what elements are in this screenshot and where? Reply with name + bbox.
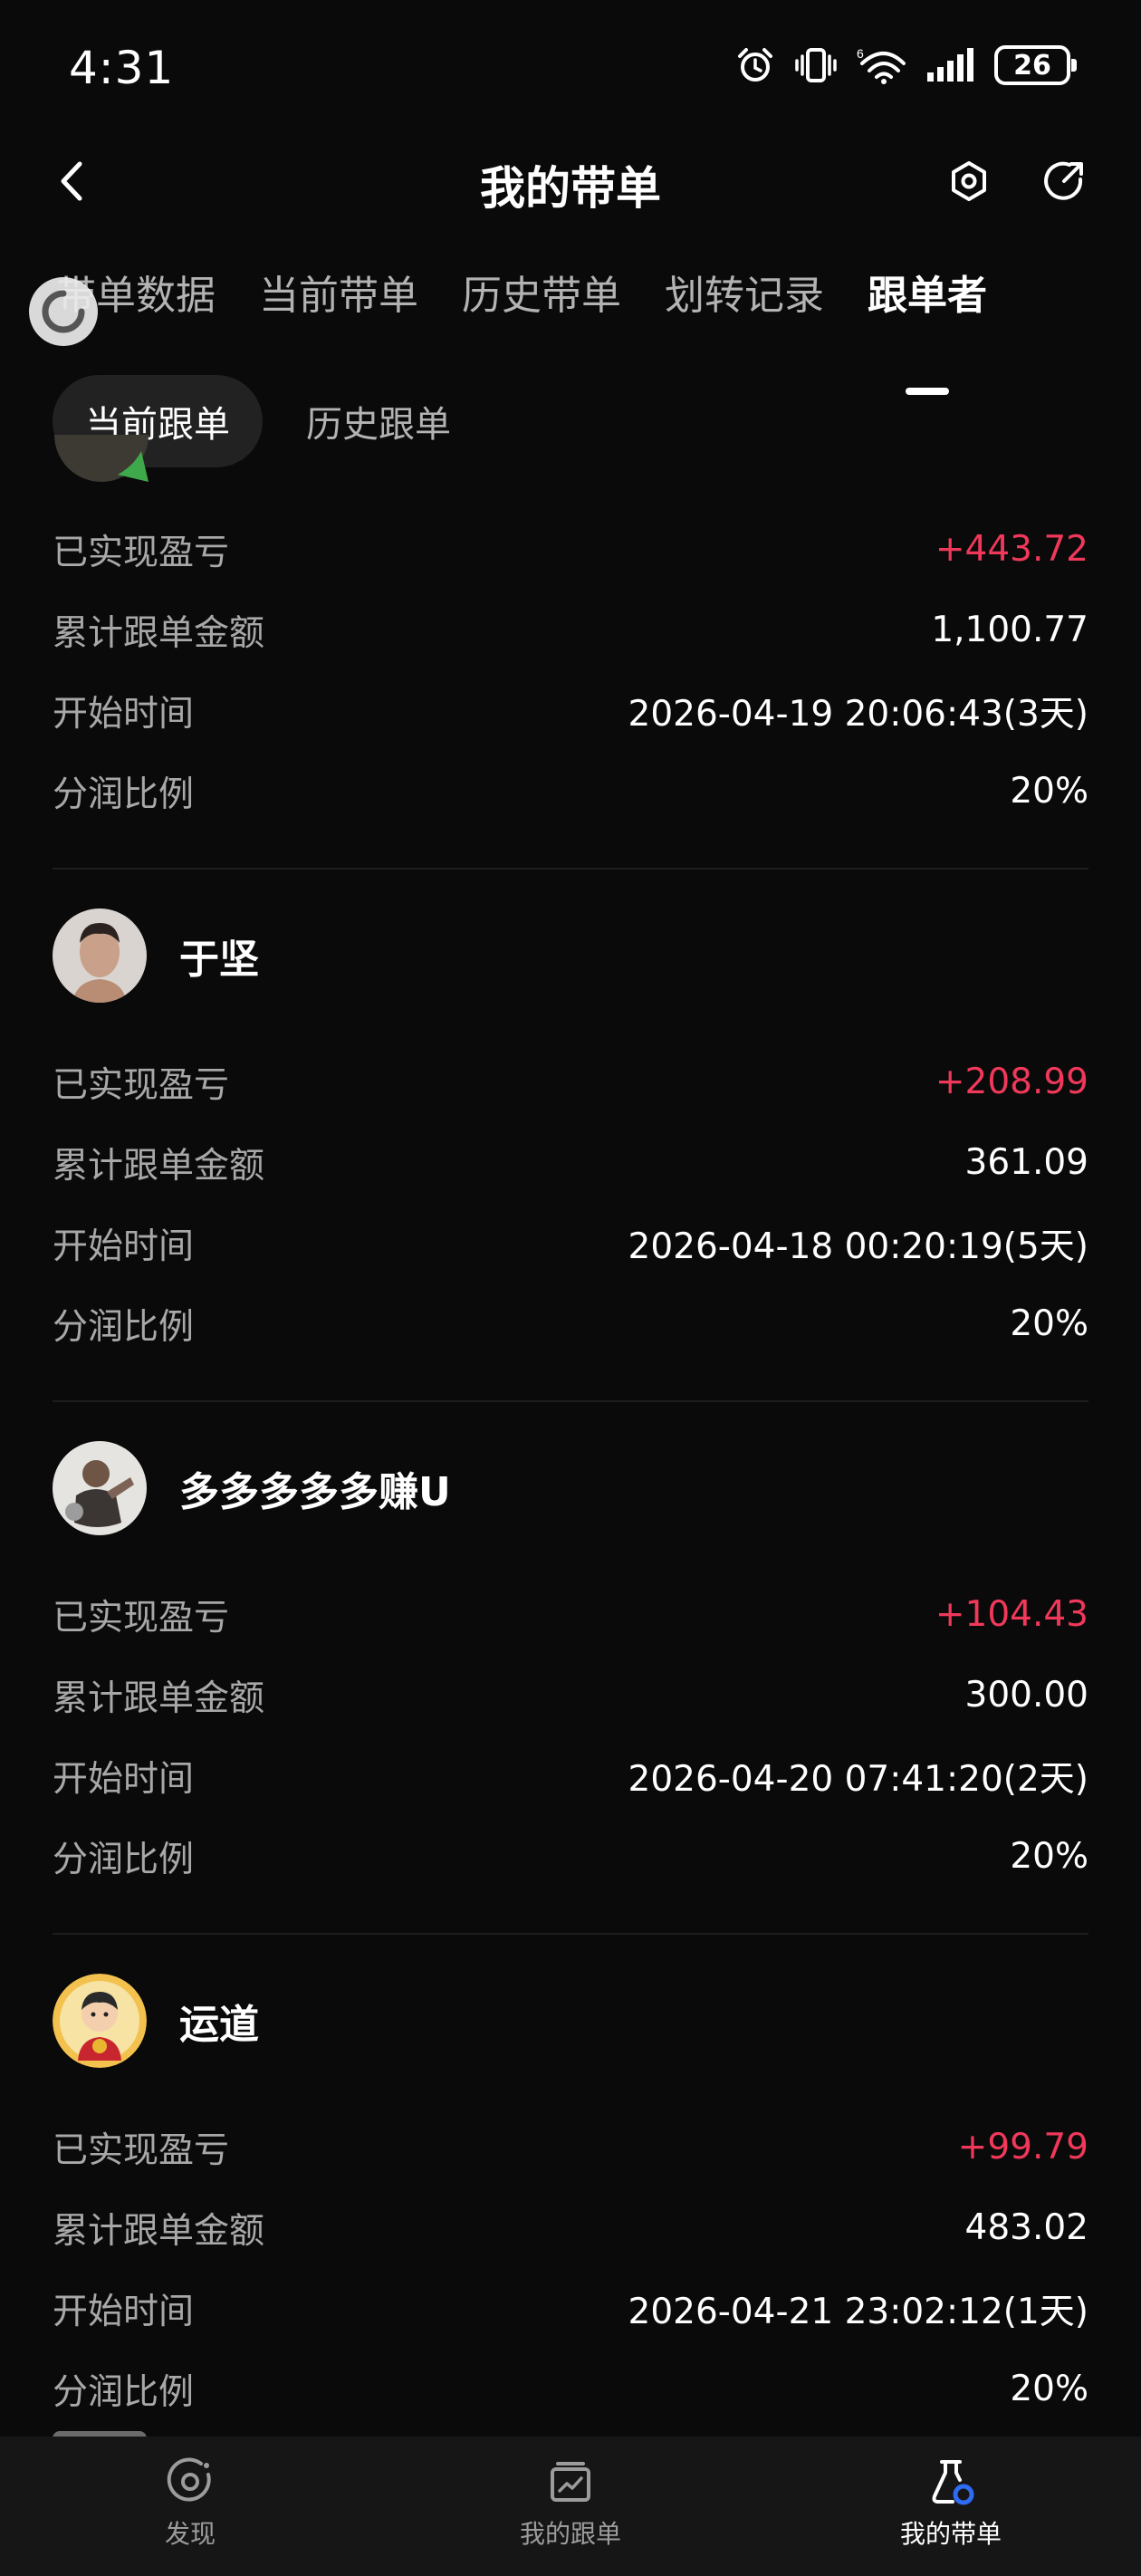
start-time-row: 开始时间 2026-04-18 00:20:19(5天): [53, 1203, 1088, 1283]
avatar: [53, 1441, 147, 1535]
tab-bar: 带单数据 当前带单 历史带单 划转记录 跟单者: [56, 263, 987, 353]
loading-spinner: [29, 277, 98, 346]
start-time-row: 开始时间 2026-04-20 07:41:20(2天): [53, 1735, 1088, 1816]
amount-value: 483.02: [964, 2207, 1088, 2248]
amount-label: 累计跟单金额: [53, 2210, 265, 2252]
share-ratio-label: 分润比例: [53, 1306, 195, 1348]
subtab-history-follow[interactable]: 历史跟单: [273, 375, 484, 467]
share-button[interactable]: [1037, 154, 1091, 208]
pnl-value: +104.43: [935, 1594, 1088, 1635]
start-time-value: 2026-04-21 23:02:12(1天): [628, 2291, 1088, 2332]
amount-row: 累计跟单金额 483.02: [53, 2187, 1088, 2268]
share-ratio-row: 分润比例 20%: [53, 1816, 1088, 1897]
alarm-icon: [735, 45, 775, 85]
follower-name: 于坚: [179, 937, 259, 983]
nav-my-lead[interactable]: 我的带单: [761, 2437, 1141, 2576]
share-ratio-label: 分润比例: [53, 1839, 195, 1880]
nav-label: 我的带单: [899, 2519, 1002, 2549]
start-time-label: 开始时间: [53, 1758, 195, 1800]
status-bar: 4:31 6 26: [0, 0, 1141, 136]
bottom-nav: 发现 我的跟单 我的带单: [0, 2437, 1141, 2576]
start-time-label: 开始时间: [53, 693, 195, 735]
pnl-value: +99.79: [957, 2127, 1088, 2167]
signal-icon: [925, 45, 974, 85]
pnl-label: 已实现盈亏: [53, 2129, 230, 2171]
tab-transfer-records[interactable]: 划转记录: [665, 263, 824, 353]
list-item[interactable]: 运道 已实现盈亏 +99.79 累计跟单金额 483.02 开始时间 2026-…: [53, 1935, 1088, 2467]
share-ratio-value: 20%: [1010, 2369, 1088, 2409]
list-item[interactable]: 已实现盈亏 +443.72 累计跟单金额 1,100.77 开始时间 2026-…: [53, 471, 1088, 870]
nav-label: 我的跟单: [519, 2519, 621, 2549]
share-ratio-value: 20%: [1010, 1836, 1088, 1877]
amount-row: 累计跟单金额 300.00: [53, 1655, 1088, 1735]
svg-text:6: 6: [857, 46, 864, 61]
header: 我的带单: [0, 136, 1141, 226]
pnl-row: 已实现盈亏 +104.43: [53, 1574, 1088, 1655]
battery-icon: 26: [994, 45, 1077, 85]
pnl-value: +443.72: [935, 529, 1088, 570]
nav-label: 发现: [164, 2519, 216, 2549]
start-time-value: 2026-04-18 00:20:19(5天): [628, 1226, 1088, 1267]
amount-value: 1,100.77: [931, 610, 1088, 650]
settings-button[interactable]: [942, 154, 996, 208]
tab-history-lead[interactable]: 历史带单: [462, 263, 621, 353]
pnl-label: 已实现盈亏: [53, 532, 230, 573]
my-lead-icon: [932, 2460, 974, 2505]
my-copy-icon: [551, 2462, 590, 2502]
nav-my-copy[interactable]: 我的跟单: [380, 2437, 761, 2576]
amount-label: 累计跟单金额: [53, 1677, 265, 1719]
nav-discover[interactable]: 发现: [0, 2437, 380, 2576]
share-ratio-row: 分润比例 20%: [53, 1283, 1088, 1364]
share-icon: [1044, 161, 1083, 200]
tab-followers[interactable]: 跟单者: [868, 263, 987, 353]
pnl-row: 已实现盈亏 +443.72: [53, 509, 1088, 590]
share-ratio-label: 分润比例: [53, 774, 195, 815]
avatar: [53, 1974, 147, 2068]
list-item[interactable]: 于坚 已实现盈亏 +208.99 累计跟单金额 361.09 开始时间 2026…: [53, 870, 1088, 1402]
start-time-value: 2026-04-19 20:06:43(3天): [628, 693, 1088, 735]
share-ratio-row: 分润比例 20%: [53, 2349, 1088, 2429]
status-icons: 6 26: [735, 45, 1077, 85]
pnl-row: 已实现盈亏 +99.79: [53, 2107, 1088, 2187]
start-time-row: 开始时间 2026-04-21 23:02:12(1天): [53, 2268, 1088, 2349]
pnl-label: 已实现盈亏: [53, 1064, 230, 1106]
amount-row: 累计跟单金额 1,100.77: [53, 590, 1088, 670]
avatar: [53, 908, 147, 1003]
amount-row: 累计跟单金额 361.09: [53, 1122, 1088, 1203]
follower-name: 运道: [179, 2002, 259, 2048]
pnl-label: 已实现盈亏: [53, 1597, 230, 1639]
tab-current-lead[interactable]: 当前带单: [259, 263, 418, 353]
amount-value: 361.09: [964, 1142, 1088, 1183]
follower-name: 多多多多多赚U: [179, 1469, 451, 1515]
start-time-label: 开始时间: [53, 1226, 195, 1267]
share-ratio-row: 分润比例 20%: [53, 751, 1088, 831]
loading-icon: [42, 290, 85, 333]
wifi-icon: 6: [857, 45, 906, 85]
amount-label: 累计跟单金额: [53, 612, 265, 654]
follower-list: 已实现盈亏 +443.72 累计跟单金额 1,100.77 开始时间 2026-…: [53, 471, 1088, 2467]
start-time-label: 开始时间: [53, 2291, 195, 2332]
amount-value: 300.00: [964, 1675, 1088, 1716]
status-time: 4:31: [69, 42, 175, 94]
share-ratio-label: 分润比例: [53, 2371, 195, 2413]
start-time-value: 2026-04-20 07:41:20(2天): [628, 1758, 1088, 1800]
settings-icon: [952, 161, 986, 201]
discover-icon: [167, 2457, 211, 2502]
share-ratio-value: 20%: [1010, 1303, 1088, 1344]
start-time-row: 开始时间 2026-04-19 20:06:43(3天): [53, 670, 1088, 751]
share-ratio-value: 20%: [1010, 771, 1088, 812]
pnl-row: 已实现盈亏 +208.99: [53, 1042, 1088, 1122]
amount-label: 累计跟单金额: [53, 1145, 265, 1187]
pnl-value: +208.99: [935, 1062, 1088, 1102]
vibrate-icon: [795, 45, 837, 85]
list-item[interactable]: 多多多多多赚U 已实现盈亏 +104.43 累计跟单金额 300.00 开始时间…: [53, 1402, 1088, 1935]
